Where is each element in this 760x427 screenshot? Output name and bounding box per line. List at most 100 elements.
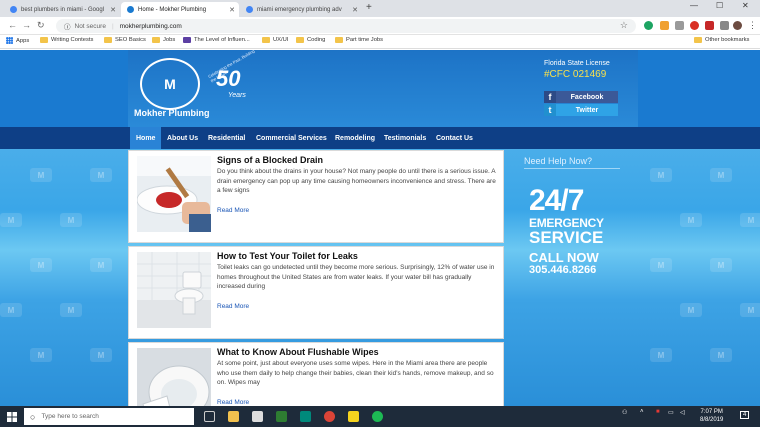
reload-icon[interactable]: ↻ [37, 20, 45, 31]
people-icon[interactable]: ⚇ [622, 409, 627, 416]
watermark-logo: M [90, 258, 112, 272]
flushable-wipes-image [137, 348, 211, 406]
info-icon[interactable]: ⓘ [64, 21, 71, 31]
mail-icon[interactable] [252, 411, 263, 422]
bookmark-writing-contests[interactable]: Writing Contests [40, 37, 93, 43]
tab-miami-emergency[interactable]: miami emergency plumbing adv ✕ [240, 2, 362, 17]
back-arrow-icon[interactable]: ← [8, 20, 17, 30]
call-now-text: CALL NOW [529, 250, 599, 265]
close-icon[interactable]: ✕ [229, 6, 235, 14]
watermark-logo: M [740, 213, 760, 227]
watermark-logo: M [30, 168, 52, 182]
read-more-link[interactable]: Read More [217, 399, 249, 406]
twitter-button[interactable]: t Twitter [544, 104, 618, 116]
watermark-logo: M [650, 168, 672, 182]
watermark-logo: M [90, 168, 112, 182]
google-favicon-icon [10, 6, 17, 13]
page-icon [183, 37, 191, 43]
bookmark-part-time-jobs[interactable]: Part time Jobs [335, 37, 383, 43]
extension-icon[interactable] [720, 21, 729, 30]
web-page: M M M M M M M M M M M M M M M M M M M M … [0, 50, 760, 406]
post-title[interactable]: Signs of a Blocked Drain [217, 155, 323, 165]
facebook-button[interactable]: f Facebook [544, 91, 618, 103]
bookmark-other[interactable]: Other bookmarks [694, 37, 749, 43]
apps-grid-icon [6, 37, 13, 44]
taskbar-search-input[interactable]: ○ Type here to search [24, 408, 194, 425]
security-status: Not secure [74, 22, 106, 30]
watermark-logo: M [650, 348, 672, 362]
system-clock[interactable]: 7:07 PM 8/8/2019 [700, 408, 723, 424]
folder-icon [335, 37, 343, 43]
extension-icon[interactable] [675, 21, 684, 30]
watermark-logo: M [740, 303, 760, 317]
divider [524, 168, 620, 169]
network-icon[interactable]: ▭ [668, 409, 674, 416]
windows-start-icon[interactable] [7, 412, 17, 422]
spotify-icon[interactable] [372, 411, 383, 422]
adblock-extension-icon[interactable] [690, 21, 699, 30]
service-text: SERVICE [529, 228, 604, 247]
bookmark-coding[interactable]: Coding [296, 37, 325, 43]
nav-contact-us[interactable]: Contact Us [436, 127, 473, 149]
extension-icon[interactable] [705, 21, 714, 30]
nav-testimonials[interactable]: Testimonials [384, 127, 426, 149]
post-excerpt: At some point, just about everyone uses … [217, 360, 494, 386]
chevron-up-icon[interactable]: ˄ [640, 409, 644, 415]
tab-home-mokher[interactable]: Home - Mokher Plumbing ✕ [121, 2, 239, 17]
bookmark-ux-ui[interactable]: UX/UI [262, 37, 288, 43]
bookmark-jobs[interactable]: Jobs [152, 37, 175, 43]
post-title[interactable]: How to Test Your Toilet for Leaks [217, 251, 358, 261]
file-explorer-icon[interactable] [228, 411, 239, 422]
bookmark-star-icon[interactable]: ☆ [620, 20, 628, 31]
chrome-icon[interactable] [324, 411, 335, 422]
new-tab-icon[interactable]: + [366, 2, 372, 13]
task-view-icon[interactable] [204, 411, 215, 422]
profile-avatar[interactable] [733, 21, 742, 30]
extension-icon[interactable] [660, 21, 669, 30]
watermark-logo: M [710, 168, 732, 182]
site-logo[interactable]: M [140, 58, 200, 110]
brand-name: Mokher Plumbing [134, 108, 210, 118]
tab-google-search[interactable]: best plumbers in miami - Googl ✕ [4, 2, 120, 17]
address-input[interactable]: ⓘ Not secure | mokherplumbing.com ☆ [56, 19, 636, 33]
watermark-logo: M [90, 348, 112, 362]
nav-home[interactable]: Home [130, 127, 162, 149]
post-title[interactable]: What to Know About Flushable Wipes [217, 347, 379, 357]
close-icon[interactable]: ✕ [110, 6, 116, 14]
bookmark-level-of-influence[interactable]: The Level of Influen... [183, 37, 250, 43]
windows-taskbar: ○ Type here to search ⚇ ˄ ■ ▭ ◁ 7:07 PM … [0, 406, 760, 427]
help-heading: Need Help Now? [524, 156, 593, 166]
bookmark-apps[interactable]: Apps [6, 37, 29, 44]
antivirus-icon[interactable]: ■ [656, 409, 660, 415]
blog-post: How to Test Your Toilet for Leaks Toilet… [128, 246, 504, 339]
nav-remodeling[interactable]: Remodeling [335, 127, 375, 149]
maximize-icon[interactable]: ☐ [716, 1, 723, 10]
bookmark-seo-basics[interactable]: SEO Basics [104, 37, 146, 43]
grammarly-extension-icon[interactable] [644, 21, 653, 30]
notifications-icon[interactable]: 4 [740, 411, 750, 419]
close-icon[interactable]: ✕ [352, 6, 358, 14]
post-excerpt: Do you think about the drains in your ho… [217, 168, 496, 194]
nav-commercial-services[interactable]: Commercial Services [256, 127, 327, 149]
forward-arrow-icon[interactable]: → [22, 20, 31, 30]
watermark-logo: M [650, 258, 672, 272]
emergency-sidebar: Need Help Now? 24/7 EMERGENCY SERVICE CA… [522, 150, 622, 290]
minimize-icon[interactable]: — [690, 1, 698, 10]
anniversary-badge: Celebrating the Past, Building the Futur… [207, 50, 256, 99]
twenty-four-seven-text: 24/7 [529, 184, 584, 217]
nav-residential[interactable]: Residential [208, 127, 245, 149]
watermark-logo: M [710, 258, 732, 272]
sticky-notes-icon[interactable] [348, 411, 359, 422]
volume-icon[interactable]: ◁ [680, 409, 685, 416]
window-close-icon[interactable]: ✕ [742, 1, 749, 10]
phone-number[interactable]: 305.446.8266 [529, 264, 596, 276]
read-more-link[interactable]: Read More [217, 303, 249, 310]
site-header: M Mokher Plumbing Celebrating the Past, … [128, 50, 638, 127]
license-number: #CFC 021469 [544, 69, 607, 80]
read-more-link[interactable]: Read More [217, 207, 249, 214]
nav-about-us[interactable]: About Us [167, 127, 198, 149]
store-icon[interactable] [276, 411, 287, 422]
bookmarks-bar: Apps Writing Contests SEO Basics Jobs Th… [0, 35, 760, 49]
menu-dots-icon[interactable]: ⋮ [748, 20, 757, 31]
app-icon[interactable] [300, 411, 311, 422]
